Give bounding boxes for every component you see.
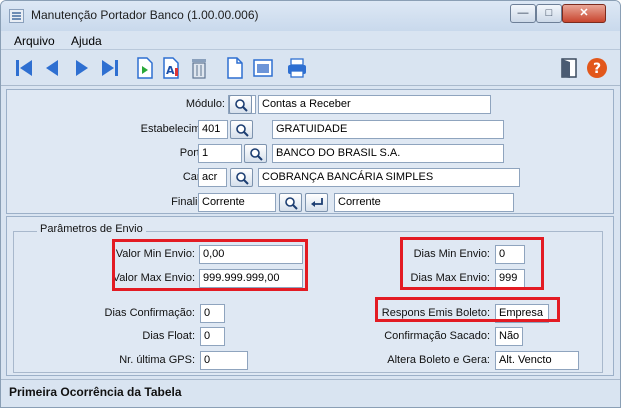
finalidade-search-button[interactable] (279, 193, 302, 212)
estabelecimento-search-button[interactable] (230, 120, 253, 139)
finalidade-description-field: Corrente (334, 193, 514, 212)
previous-record-icon[interactable] (41, 56, 65, 80)
app-window: Manutenção Portador Banco (1.00.00.006) … (0, 0, 621, 408)
add-record-icon[interactable] (133, 56, 157, 80)
estabelecimento-description-field: GRATUIDADE (272, 120, 504, 139)
confirmacao-sacado-label: Confirmação Sacado: (384, 330, 490, 342)
portador-code-field[interactable]: 1 (198, 144, 242, 163)
dias-confirmacao-field[interactable]: 0 (200, 304, 225, 323)
highlight-valor-envio (112, 239, 308, 291)
altera-boleto-label: Altera Boleto e Gera: (387, 354, 490, 366)
status-text: Primeira Ocorrência da Tabela (9, 385, 182, 399)
dias-float-label: Dias Float: (142, 330, 195, 342)
dias-float-field[interactable]: 0 (200, 327, 225, 346)
return-arrow-icon (311, 198, 323, 207)
toolbar: A ? (1, 51, 620, 86)
nr-ultima-gps-field[interactable]: 0 (200, 351, 248, 370)
edit-record-icon[interactable]: A (159, 56, 183, 80)
app-icon (9, 9, 24, 23)
magnifier-icon (235, 99, 248, 112)
svg-text:?: ? (593, 61, 601, 77)
menu-bar: Arquivo Ajuda (1, 31, 620, 50)
finalidade-return-button[interactable] (305, 193, 328, 212)
help-icon[interactable]: ? (585, 56, 609, 80)
maximize-button[interactable]: □ (536, 4, 562, 23)
carteira-description-field: COBRANÇA BANCÁRIA SIMPLES (258, 168, 520, 187)
modulo-search-button[interactable] (229, 95, 252, 114)
nr-ultima-gps-label: Nr. última GPS: (119, 354, 195, 366)
new-document-icon[interactable] (223, 56, 247, 80)
highlight-respons-emis (375, 297, 560, 322)
title-bar[interactable]: Manutenção Portador Banco (1.00.00.006) … (1, 1, 620, 31)
delete-record-icon[interactable] (187, 56, 211, 80)
menu-arquivo[interactable]: Arquivo (14, 34, 55, 48)
print-icon[interactable] (285, 56, 309, 80)
svg-text:A: A (166, 64, 175, 77)
confirmacao-sacado-field[interactable]: Não (495, 327, 523, 346)
menu-ajuda[interactable]: Ajuda (71, 34, 102, 48)
carteira-code-field[interactable]: acr (198, 168, 227, 187)
portador-search-button[interactable] (244, 144, 267, 163)
close-button[interactable]: ✕ (562, 4, 606, 23)
next-record-icon[interactable] (69, 56, 93, 80)
carteira-search-button[interactable] (230, 168, 253, 187)
window-title: Manutenção Portador Banco (1.00.00.006) (31, 8, 259, 22)
dias-confirmacao-label: Dias Confirmação: (104, 307, 195, 319)
modulo-label: Módulo: (185, 98, 225, 110)
magnifier-icon (236, 172, 249, 185)
first-record-icon[interactable] (13, 56, 37, 80)
last-record-icon[interactable] (97, 56, 121, 80)
view-record-icon[interactable] (251, 56, 275, 80)
portador-description-field: BANCO DO BRASIL S.A. (272, 144, 504, 163)
magnifier-icon (236, 124, 249, 137)
finalidade-code-field[interactable]: Corrente (198, 193, 276, 212)
modulo-description-field: Contas a Receber (258, 95, 491, 114)
highlight-dias-envio (400, 237, 544, 290)
params-group-title: Parâmetros de Envio (37, 223, 146, 235)
status-bar: Primeira Ocorrência da Tabela (1, 379, 620, 407)
minimize-button[interactable]: — (510, 4, 536, 23)
estabelecimento-code-field[interactable]: 401 (198, 120, 228, 139)
magnifier-icon (250, 148, 263, 161)
altera-boleto-field[interactable]: Alt. Vencto (495, 351, 579, 370)
exit-door-icon[interactable] (557, 56, 581, 80)
magnifier-icon (285, 197, 298, 210)
